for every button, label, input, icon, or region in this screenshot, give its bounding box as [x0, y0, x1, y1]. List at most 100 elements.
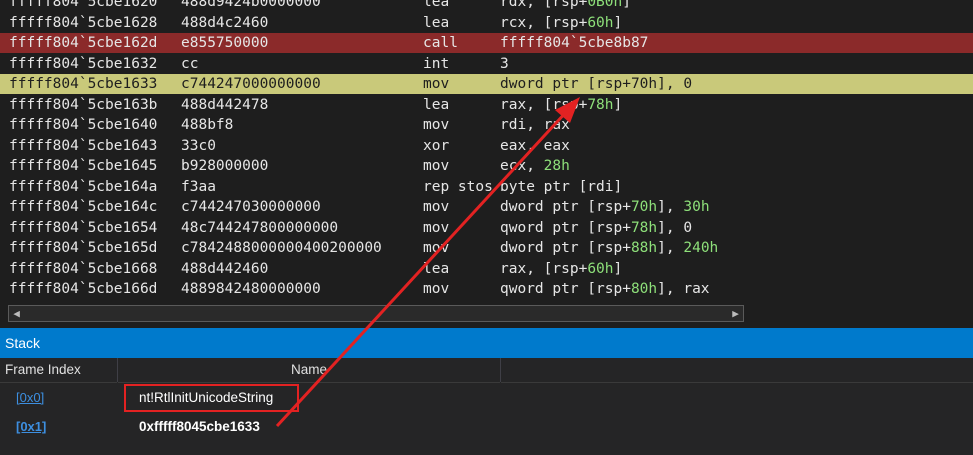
operand-text: ], rax — [657, 281, 710, 297]
operand-text: dword ptr [rsp+ — [500, 240, 631, 256]
operand-text: ], 0 — [657, 219, 693, 236]
instruction-address: fffff804`5cbe1620 — [9, 0, 158, 10]
instruction-operands: ecx, 28h — [500, 156, 570, 176]
instruction-operands: fffff804`5cbe8b87 — [500, 33, 648, 53]
disasm-row[interactable]: fffff804`5cbe1668 488d442460 lea rax, [rsp+… — [0, 259, 973, 279]
frame-index-link[interactable]: [0x1] — [16, 419, 46, 434]
operand-text: rax, [rsp+ — [500, 96, 588, 113]
instruction-address: fffff804`5cbe164c — [9, 199, 158, 215]
instruction-bytes: c744247030000000 — [181, 199, 321, 215]
column-header-name[interactable]: Name — [118, 358, 500, 383]
operand-text: 3 — [500, 55, 509, 72]
disasm-row[interactable]: fffff804`5cbe1628 488d4c2460 lea rcx, [rsp+… — [0, 13, 973, 33]
instruction-bytes: e855750000 — [181, 35, 269, 51]
instruction-operands: qword ptr [rsp+78h], 0 — [500, 218, 692, 238]
disasm-row[interactable]: fffff804`5cbe164a f3aa rep stos byte ptr [r… — [0, 177, 973, 197]
instruction-address: fffff804`5cbe1643 — [9, 137, 158, 154]
instruction-bytes: 48c744247800000000 — [181, 219, 339, 236]
operand-text: ecx, — [500, 158, 544, 174]
scroll-left-arrow-icon[interactable]: ◀ — [8, 305, 25, 322]
operand-text: dword ptr [rsp+ — [500, 76, 631, 92]
instruction-mnemonic: call — [423, 35, 458, 51]
instruction-bytes: 488d442460 — [181, 260, 269, 277]
disasm-row[interactable]: fffff804`5cbe166d 4889842480000000 mov qwor… — [0, 279, 973, 299]
disasm-row[interactable]: fffff804`5cbe165d c7842488000000400200000… — [0, 238, 973, 258]
operand-text: rdi, rax — [500, 117, 570, 133]
instruction-mnemonic: mov — [423, 158, 450, 174]
operand-text: ], — [657, 199, 684, 215]
disasm-row[interactable]: fffff804`5cbe1620 488d9424b0000000 lea rdx,… — [0, 0, 973, 12]
column-header-empty — [501, 358, 973, 383]
frame-index-link[interactable]: [0x0] — [16, 390, 44, 405]
instruction-address: fffff804`5cbe1645 — [9, 158, 158, 174]
disasm-row[interactable]: fffff804`5cbe1645 b928000000 mov ecx, 28h — [0, 156, 973, 176]
instruction-mnemonic: mov — [423, 117, 450, 133]
operand-text: rcx, [rsp+ — [500, 14, 588, 31]
operand-number: 70h — [630, 199, 658, 215]
disasm-row[interactable]: fffff804`5cbe1632 cc int 3 — [0, 54, 973, 74]
instruction-operands: rax, [rsp+78h] — [500, 95, 622, 115]
instruction-operands: rax, [rsp+60h] — [500, 259, 622, 279]
instruction-mnemonic: xor — [423, 137, 450, 154]
instruction-mnemonic: lea — [423, 14, 450, 31]
instruction-operands: byte ptr [rdi] — [500, 177, 622, 197]
instruction-bytes: c744247000000000 — [181, 76, 321, 92]
instruction-bytes: 488bf8 — [181, 117, 234, 133]
operand-text: ], 0 — [657, 76, 693, 92]
operand-text: ] — [613, 260, 623, 277]
instruction-bytes: f3aa — [181, 178, 216, 195]
instruction-operands: rdi, rax — [500, 115, 570, 135]
operand-text: dword ptr [rsp+ — [500, 199, 631, 215]
instruction-mnemonic: mov — [423, 281, 450, 297]
instruction-address: fffff804`5cbe1633 — [9, 76, 158, 92]
operand-text: fffff804`5cbe8b87 — [500, 35, 649, 51]
instruction-mnemonic: mov — [423, 240, 450, 256]
scroll-right-arrow-icon[interactable]: ▶ — [727, 305, 744, 322]
disasm-row[interactable]: fffff804`5cbe1640 488bf8 mov rdi, rax — [0, 115, 973, 135]
instruction-address: fffff804`5cbe164a — [9, 178, 158, 195]
instruction-mnemonic: lea — [423, 96, 450, 113]
instruction-mnemonic: mov — [423, 219, 450, 236]
operand-text: ] — [613, 14, 623, 31]
instruction-bytes: 4889842480000000 — [181, 281, 321, 297]
instruction-address: fffff804`5cbe1640 — [9, 117, 158, 133]
stack-panel-title: Stack — [0, 328, 973, 358]
instruction-operands: dword ptr [rsp+70h], 30h — [500, 197, 710, 217]
disasm-row[interactable]: fffff804`5cbe162d e855750000 call fffff804`… — [0, 33, 973, 53]
disasm-row[interactable]: fffff804`5cbe164c c744247030000000 mov dwor… — [0, 197, 973, 217]
instruction-bytes: 488d9424b0000000 — [181, 0, 321, 10]
operand-number: 240h — [683, 240, 719, 256]
disasm-row[interactable]: fffff804`5cbe1633 c744247000000000 mov dwor… — [0, 74, 973, 94]
operand-number: 60h — [587, 260, 614, 277]
instruction-bytes: 33c0 — [181, 137, 216, 154]
operand-number: 60h — [587, 14, 614, 31]
operand-number: 88h — [630, 240, 658, 256]
instruction-mnemonic: lea — [423, 0, 450, 10]
disasm-row[interactable]: fffff804`5cbe1643 33c0 xor eax, eax — [0, 136, 973, 156]
instruction-address: fffff804`5cbe166d — [9, 281, 158, 297]
operand-number: 28h — [543, 158, 570, 174]
operand-number: 80h — [630, 281, 658, 297]
operand-number: 0B0h — [587, 0, 623, 10]
horizontal-scrollbar[interactable]: ◀ ▶ — [0, 302, 973, 326]
operand-text: qword ptr [rsp+ — [500, 219, 631, 236]
disasm-row[interactable]: fffff804`5cbe1654 48c744247800000000 mov qw… — [0, 218, 973, 238]
column-header-frame-index[interactable]: Frame Index — [0, 358, 117, 383]
instruction-mnemonic: mov — [423, 76, 450, 92]
instruction-bytes: cc — [181, 55, 199, 72]
annotation-highlight-box — [124, 384, 299, 412]
instruction-address: fffff804`5cbe1668 — [9, 260, 158, 277]
disassembly-view[interactable]: fffff804`5cbe1620 488d9424b0000000 lea rdx,… — [0, 0, 973, 302]
instruction-bytes: c7842488000000400200000 — [181, 240, 382, 256]
operand-number: 78h — [587, 96, 614, 113]
operand-text: ] — [622, 0, 631, 10]
instruction-mnemonic: rep stos — [423, 178, 493, 195]
instruction-address: fffff804`5cbe162d — [9, 35, 158, 51]
instruction-operands: dword ptr [rsp+88h], 240h — [500, 238, 718, 258]
operand-text: rdx, [rsp+ — [500, 0, 588, 10]
disasm-row[interactable]: fffff804`5cbe163b 488d442478 lea rax, [rsp+… — [0, 95, 973, 115]
scrollbar-track[interactable] — [8, 305, 744, 322]
instruction-address: fffff804`5cbe1628 — [9, 14, 158, 31]
instruction-operands: qword ptr [rsp+80h], rax — [500, 279, 710, 299]
operand-number: 70h — [630, 76, 658, 92]
